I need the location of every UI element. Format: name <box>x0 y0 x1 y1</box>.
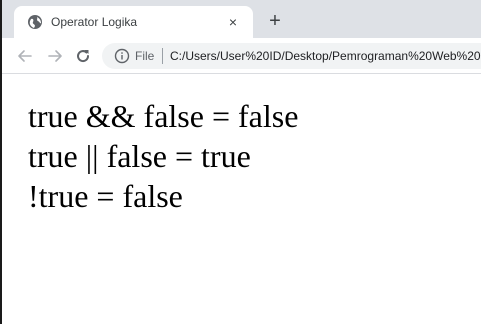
browser-toolbar: File C:/Users/User%20ID/Desktop/Pemrogra… <box>2 38 481 74</box>
info-icon[interactable] <box>114 48 130 64</box>
output-line-not: !true = false <box>28 178 183 214</box>
tab-close-icon[interactable]: × <box>224 13 242 31</box>
browser-tab[interactable]: Operator Logika × <box>14 6 253 38</box>
output-line-or: true || false = true <box>28 138 251 174</box>
back-arrow-icon[interactable] <box>16 47 34 65</box>
url-separator <box>162 48 163 64</box>
new-tab-button[interactable]: + <box>264 10 286 32</box>
output-line-and: true && false = false <box>28 98 299 134</box>
address-bar[interactable]: File C:/Users/User%20ID/Desktop/Pemrogra… <box>102 43 481 69</box>
browser-window: Operator Logika × + File C:/Users/User%2… <box>0 0 481 324</box>
forward-arrow-icon[interactable] <box>46 47 64 65</box>
url-text[interactable]: C:/Users/User%20ID/Desktop/Pemrograman%2… <box>170 49 481 63</box>
tab-strip: Operator Logika × + <box>2 0 481 38</box>
tab-title: Operator Logika <box>51 15 138 29</box>
globe-icon <box>27 14 43 30</box>
url-scheme-label: File <box>135 49 155 63</box>
reload-icon[interactable] <box>74 47 92 65</box>
page-content: true && false = false true || false = tr… <box>2 74 481 324</box>
